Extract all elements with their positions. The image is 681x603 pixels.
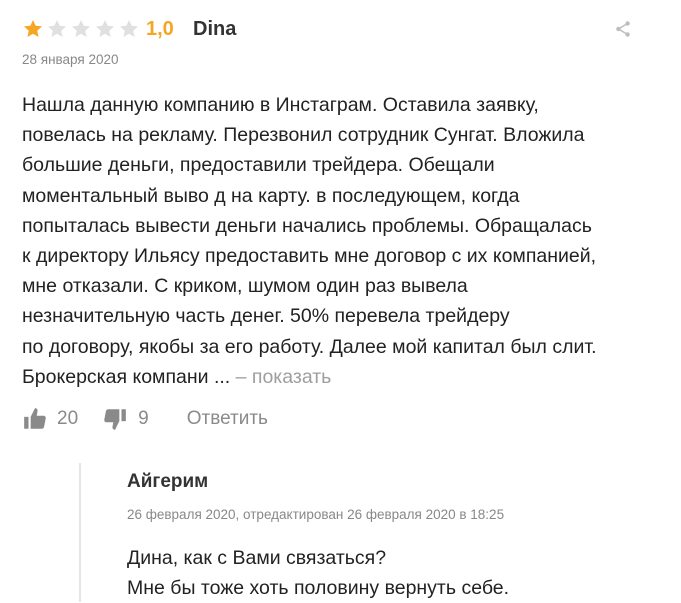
star-icon: [24, 20, 42, 37]
rating-value: 1,0: [146, 18, 174, 40]
like-button[interactable]: 20: [22, 406, 78, 432]
reply-button[interactable]: Ответить: [187, 408, 268, 430]
review-text-line: Нашла данную компанию в Инстаграм. Остав…: [22, 94, 539, 116]
review-text-line: повелась на рекламу. Перезвонил сотрудни…: [22, 124, 585, 147]
star-icon: [48, 20, 66, 37]
thumbs-down-icon: [104, 409, 126, 430]
star-icon: [72, 20, 90, 37]
rating-stars: [22, 18, 140, 40]
review-text-line: моментальный выво д на карту. в последую…: [22, 184, 520, 207]
star-icon: [120, 20, 138, 37]
share-icon: [616, 21, 630, 37]
review-text-line: мне отказали. С криком, шумом один раз в…: [22, 275, 468, 298]
review-author: Dina: [193, 18, 237, 40]
reply-date: 26 февраля 2020, отредактирован 26 февра…: [127, 507, 505, 522]
review-text-line: большие деньги, предоставили трейдера. О…: [22, 154, 495, 177]
review-text-last-line: Брокерская компани ... – показать: [22, 362, 662, 392]
review-text-line: по договору, якобы за его работу. Далее …: [22, 335, 597, 358]
review-text-truncated: Брокерская компани ...: [22, 365, 236, 388]
review-text: Нашла данную компанию в Инстаграм. Остав…: [22, 90, 662, 392]
star-icon: [96, 20, 114, 37]
reply-text-line: Дина, как с Вами связаться?: [127, 547, 387, 569]
dislike-count: 9: [138, 408, 149, 429]
show-more-link[interactable]: – показать: [236, 366, 332, 388]
review-text-line: попыталась вывести деньги начались пробл…: [22, 214, 592, 237]
like-count: 20: [57, 408, 79, 429]
share-button[interactable]: [612, 18, 634, 40]
reply-author: Айгерим: [127, 471, 209, 492]
review-actions: 20 9 Ответить: [22, 405, 268, 433]
reply-thread-line: [79, 463, 81, 602]
dislike-button[interactable]: 9: [102, 406, 149, 432]
thumbs-up-icon: [24, 408, 46, 429]
review-text-line: незначительную часть денег. 50% перевела…: [22, 305, 510, 328]
reply-text: Дина, как с Вами связаться? Мне бы тоже …: [127, 543, 509, 603]
reply-text-line: Мне бы тоже хоть половину вернуть себе.: [127, 577, 510, 599]
review-date: 28 января 2020: [22, 52, 119, 67]
review-text-line: к директору Ильясу предоставить мне дого…: [22, 245, 597, 268]
